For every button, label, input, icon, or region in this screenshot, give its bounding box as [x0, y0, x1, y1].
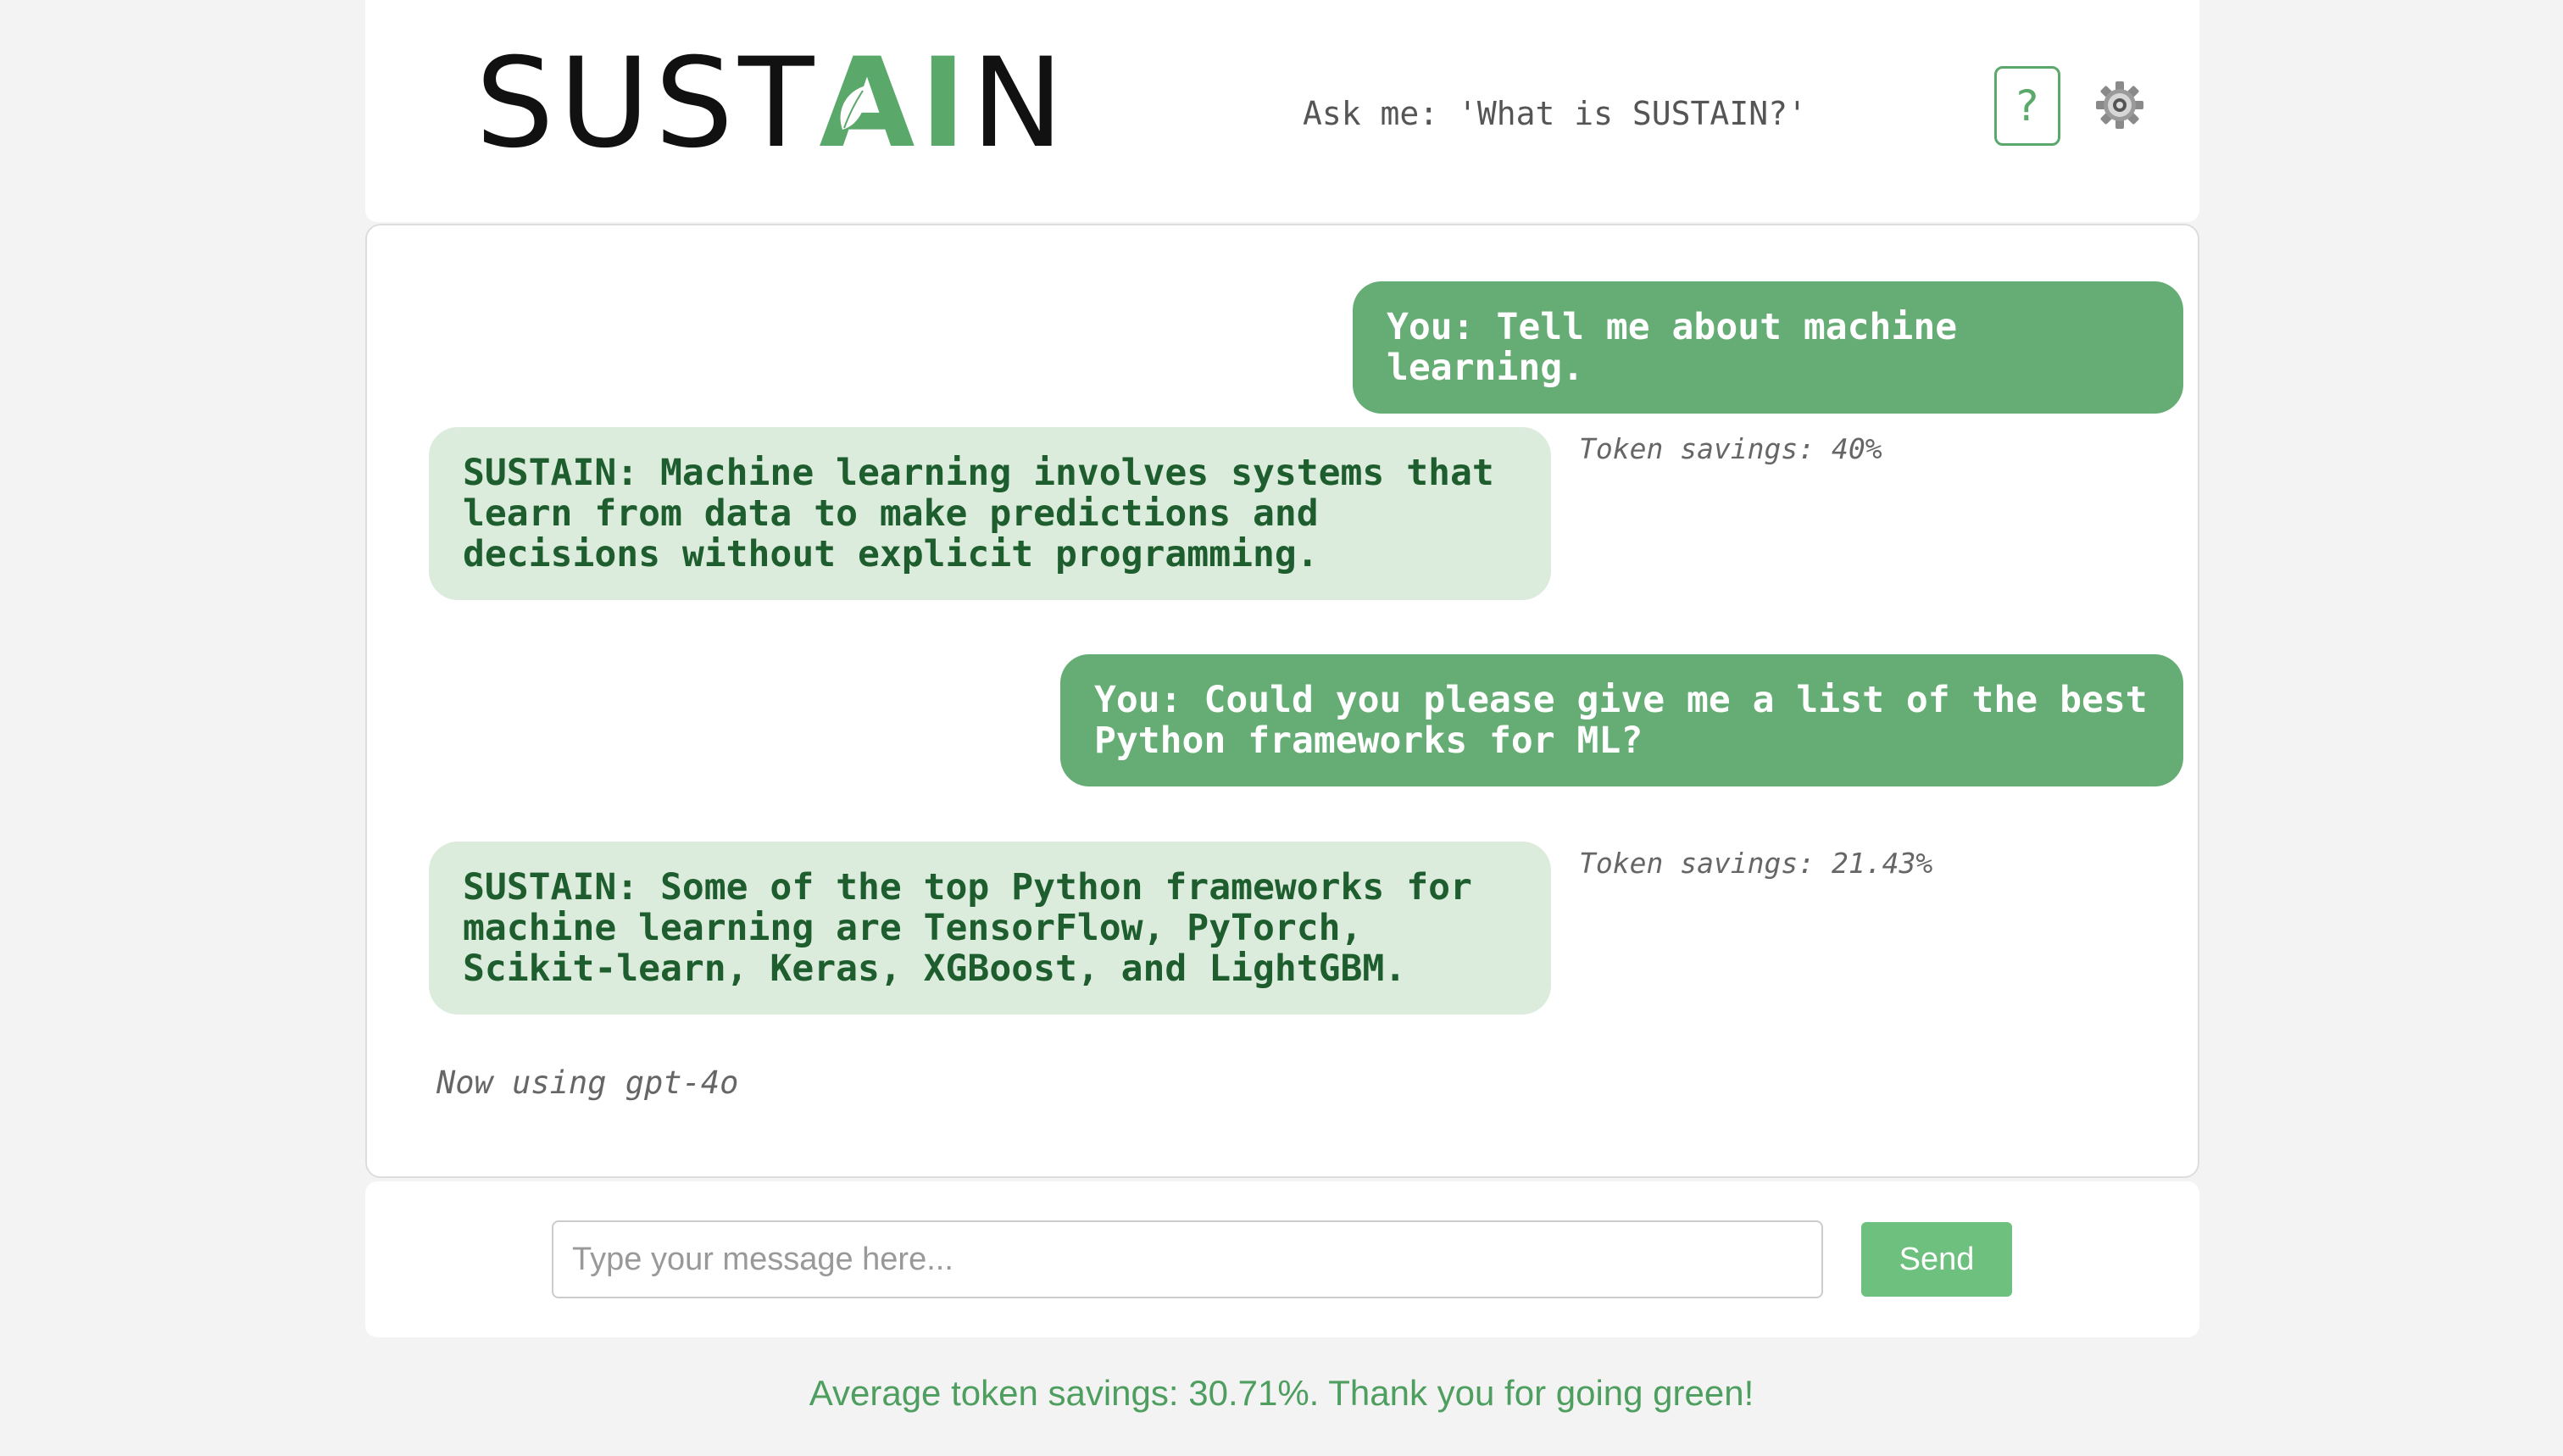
gear-icon[interactable] [2094, 80, 2145, 131]
user-message: You: Tell me about machine learning. [1353, 281, 2183, 414]
ask-me-hint: Ask me: 'What is SUSTAIN?' [1303, 95, 1807, 132]
chat-window[interactable]: You: Tell me about machine learning. SUS… [365, 224, 2199, 1178]
send-button[interactable]: Send [1861, 1222, 2012, 1297]
help-button[interactable]: ? [1994, 66, 2060, 146]
message-input-bar: Send [365, 1181, 2199, 1337]
leaf-icon [840, 86, 867, 130]
model-status-note: Now using gpt-4o [436, 1064, 739, 1101]
bot-message: SUSTAIN: Some of the top Python framewor… [429, 842, 1551, 1014]
sustain-logo: SUST AI N [475, 31, 1069, 175]
message-input[interactable] [552, 1220, 1823, 1298]
user-message: You: Could you please give me a list of … [1060, 654, 2183, 786]
token-savings-label: Token savings: 21.43% [1579, 847, 1933, 880]
logo-text-suffix: N [970, 31, 1069, 175]
token-savings-label: Token savings: 40% [1579, 432, 1882, 465]
logo-text-highlight: AI [819, 42, 970, 165]
bot-message: SUSTAIN: Machine learning involves syste… [429, 427, 1551, 600]
token-savings-summary: Average token savings: 30.71%. Thank you… [809, 1373, 1754, 1413]
app-header: SUST AI N Ask me: 'What is SUSTAIN?' ? [365, 0, 2199, 222]
logo-text-prefix: SUST [475, 31, 820, 175]
